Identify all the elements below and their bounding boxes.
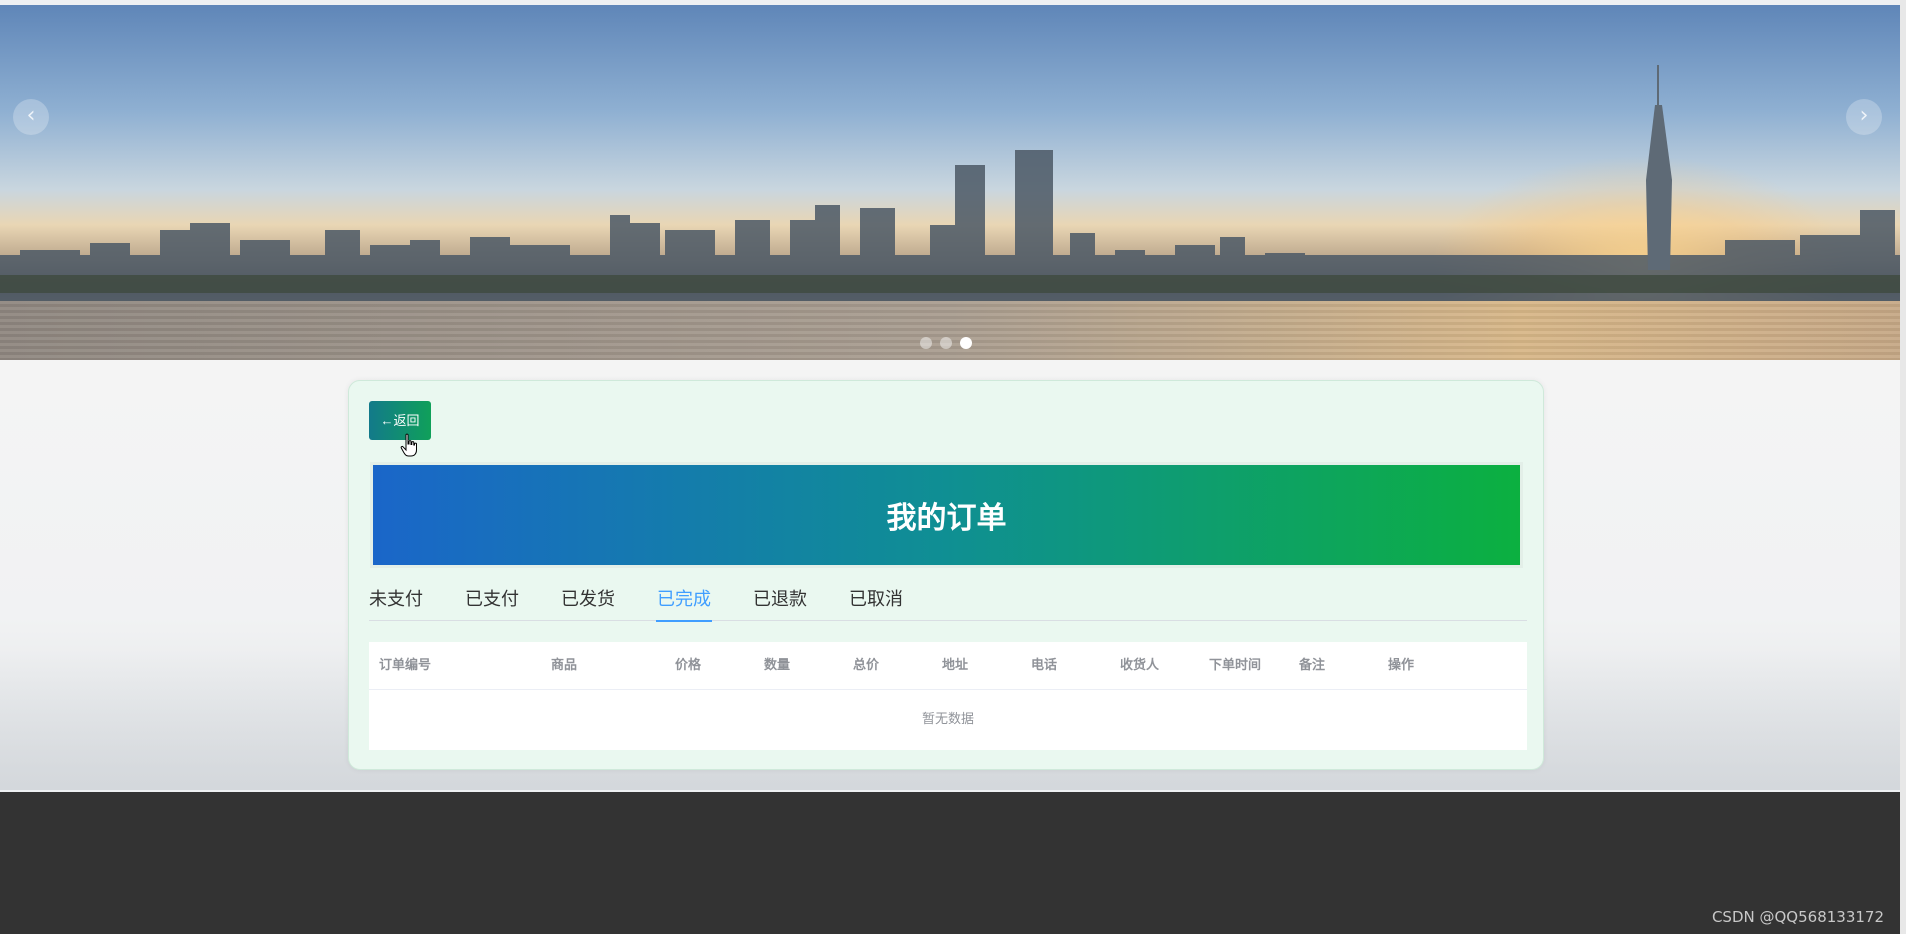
column-header-phone: 电话	[1031, 658, 1058, 673]
carousel-dot-active[interactable]	[960, 337, 972, 349]
order-status-tabs: 未支付 已支付 已发货 已完成 已退款 已取消	[369, 589, 1527, 622]
empty-state-text: 暂无数据	[921, 712, 974, 727]
column-header-price: 价格	[675, 658, 702, 673]
carousel-dot[interactable]	[920, 337, 932, 349]
tab-refunded[interactable]: 已退款	[732, 589, 828, 621]
column-header-address: 地址	[942, 658, 969, 673]
watermark-text: CSDN @QQ568133172	[1711, 908, 1884, 926]
column-header-remark: 备注	[1299, 658, 1326, 673]
footer: CSDN @QQ568133172	[0, 792, 1900, 934]
tab-completed[interactable]: 已完成	[636, 589, 732, 622]
tab-shipped[interactable]: 已发货	[540, 589, 636, 621]
column-header-order-time: 下单时间	[1209, 658, 1262, 673]
table-header: 订单编号 商品 价格 数量 总价 地址 电话 收货人 下单时间 备注 操作	[369, 642, 1527, 690]
river-reflection	[0, 301, 1900, 360]
column-header-total: 总价	[853, 658, 880, 673]
chevron-left-icon[interactable]: ‹	[13, 99, 49, 135]
orders-table: 订单编号 商品 价格 数量 总价 地址 电话 收货人 下单时间 备注 操作 暂无…	[369, 642, 1527, 750]
page-title: 我的订单	[373, 465, 1520, 565]
tab-cancelled[interactable]: 已取消	[828, 589, 924, 621]
column-header-product: 商品	[551, 658, 578, 673]
column-header-receiver: 收货人	[1120, 658, 1160, 673]
hero-carousel: ‹ ›	[0, 5, 1900, 360]
tab-unpaid[interactable]: 未支付	[369, 589, 444, 621]
vertical-scrollbar[interactable]	[1900, 0, 1906, 934]
orders-card: ←返回 我的订单 未支付 已支付 已发货 已完成 已退款 已取消 订单编号 商品…	[348, 380, 1544, 770]
tab-paid[interactable]: 已支付	[444, 589, 540, 621]
column-header-order-no: 订单编号	[379, 658, 432, 673]
hand-pointer-icon	[400, 433, 417, 457]
carousel-indicators	[920, 337, 972, 349]
carousel-dot[interactable]	[940, 337, 952, 349]
column-header-quantity: 数量	[764, 658, 791, 673]
column-header-actions: 操作	[1388, 658, 1415, 673]
chevron-right-icon[interactable]: ›	[1846, 99, 1882, 135]
